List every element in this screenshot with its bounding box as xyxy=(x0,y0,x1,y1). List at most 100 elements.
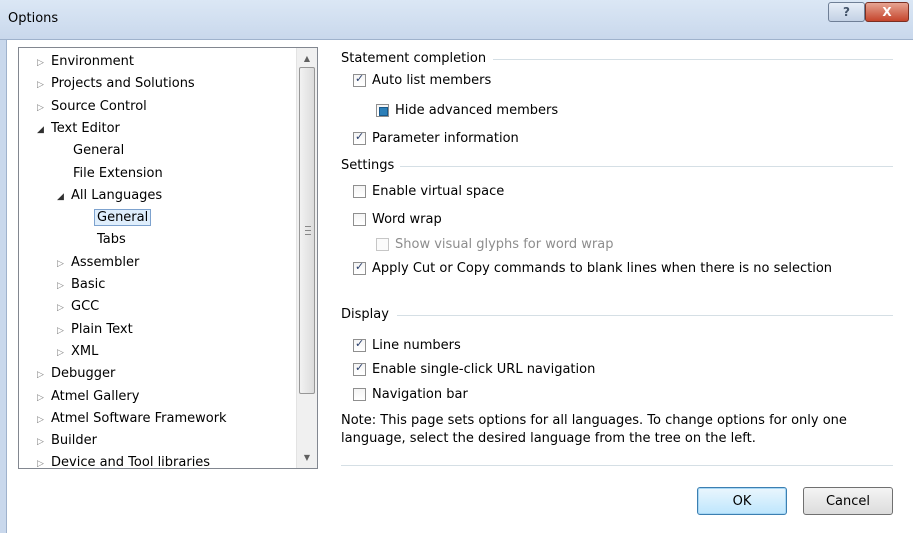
show-visual-glyphs-option: Show visual glyphs for word wrap xyxy=(376,237,613,252)
scroll-thumb[interactable] xyxy=(299,67,315,394)
auto-list-members-checkbox[interactable] xyxy=(353,72,366,87)
tree-item[interactable]: ▷ Builder xyxy=(37,432,97,450)
languages-note: Note: This page sets options for all lan… xyxy=(341,412,881,448)
close-icon: X xyxy=(882,5,892,19)
scroll-down-arrow-icon[interactable]: ▼ xyxy=(297,449,317,466)
show-visual-glyphs-label: Show visual glyphs for word wrap xyxy=(395,237,614,252)
tree-item-label: Tabs xyxy=(97,232,126,248)
tree-item[interactable]: ▷ GCC xyxy=(57,298,99,316)
tree-item[interactable]: ▷ Device and Tool libraries xyxy=(37,454,211,469)
expanded-arrow-icon[interactable]: ◢ xyxy=(57,188,71,206)
collapsed-arrow-icon[interactable]: ▷ xyxy=(57,322,71,340)
apply-cut-copy-checkbox[interactable] xyxy=(353,260,366,275)
tree-item-label: Debugger xyxy=(51,366,116,382)
word-wrap-option[interactable]: Word wrap xyxy=(353,212,442,227)
grip-icon xyxy=(305,226,311,235)
enable-virtual-space-checkbox[interactable] xyxy=(353,185,366,198)
tree-scrollbar[interactable]: ▲ ▼ xyxy=(296,48,317,468)
title-bar: Options ? X xyxy=(0,0,913,40)
tree-item-label: General xyxy=(94,209,152,227)
tree-item-label: Source Control xyxy=(51,98,147,114)
help-button[interactable]: ? xyxy=(828,2,865,22)
collapsed-arrow-icon[interactable]: ▷ xyxy=(37,54,51,72)
tree-item-label: File Extension xyxy=(73,165,163,181)
settings-header: Settings xyxy=(341,158,395,173)
group-divider xyxy=(400,166,893,167)
collapsed-arrow-icon[interactable]: ▷ xyxy=(37,99,51,117)
tree-item[interactable]: ▷ Projects and Solutions xyxy=(37,75,195,93)
line-numbers-label: Line numbers xyxy=(372,338,461,353)
help-icon: ? xyxy=(843,5,850,19)
group-divider xyxy=(397,315,893,316)
url-navigation-checkbox[interactable] xyxy=(353,361,366,376)
navigation-bar-option[interactable]: Navigation bar xyxy=(353,387,468,402)
collapsed-arrow-icon[interactable]: ▷ xyxy=(57,255,71,273)
tree-item-label: Environment xyxy=(51,54,135,69)
collapsed-arrow-icon[interactable]: ▷ xyxy=(37,411,51,429)
url-navigation-option[interactable]: Enable single-click URL navigation xyxy=(353,361,596,377)
parameter-information-label: Parameter information xyxy=(372,131,519,146)
auto-list-members-option[interactable]: Auto list members xyxy=(353,72,491,88)
tree-item[interactable]: General xyxy=(73,142,124,160)
navigation-bar-checkbox[interactable] xyxy=(353,388,366,401)
window-title: Options xyxy=(8,11,59,26)
apply-cut-copy-label: Apply Cut or Copy commands to blank line… xyxy=(372,261,833,276)
hide-advanced-members-checkbox[interactable] xyxy=(376,104,389,117)
line-numbers-option[interactable]: Line numbers xyxy=(353,337,461,353)
cancel-button[interactable]: Cancel xyxy=(803,487,893,515)
collapsed-arrow-icon[interactable]: ▷ xyxy=(37,455,51,468)
options-tree[interactable]: ▷ Environment ▷ Projects and Solutions ▷ Sour… xyxy=(18,47,318,469)
note-line: Note: This page sets options for all lan… xyxy=(341,413,847,428)
group-divider xyxy=(493,59,893,60)
enable-virtual-space-option[interactable]: Enable virtual space xyxy=(353,184,504,199)
expanded-arrow-icon[interactable]: ◢ xyxy=(37,121,51,139)
tree-item[interactable]: ▷ Assembler xyxy=(57,254,139,272)
tree-item[interactable]: ▷ Atmel Software Framework xyxy=(37,410,227,428)
collapsed-arrow-icon[interactable]: ▷ xyxy=(37,76,51,94)
parameter-information-option[interactable]: Parameter information xyxy=(353,130,519,146)
tree-item[interactable]: File Extension xyxy=(73,165,163,183)
line-numbers-checkbox[interactable] xyxy=(353,337,366,352)
tree-item[interactable]: ▷ Plain Text xyxy=(57,321,133,339)
collapsed-arrow-icon[interactable]: ▷ xyxy=(57,277,71,295)
window-frame-left xyxy=(0,40,7,533)
hide-advanced-members-option[interactable]: Hide advanced members xyxy=(376,103,558,118)
word-wrap-checkbox[interactable] xyxy=(353,213,366,226)
tree-item-label: All Languages xyxy=(71,187,163,203)
tree-item[interactable]: ▷ Atmel Gallery xyxy=(37,388,139,406)
tree-item-label: Basic xyxy=(71,277,106,292)
collapsed-arrow-icon[interactable]: ▷ xyxy=(57,344,71,362)
bottom-divider xyxy=(341,465,893,466)
tree-item[interactable]: ◢ Text Editor xyxy=(37,120,120,138)
tree-item[interactable]: Tabs xyxy=(97,231,126,249)
apply-cut-copy-option[interactable]: Apply Cut or Copy commands to blank line… xyxy=(353,260,833,276)
tree-item-label: Text Editor xyxy=(51,120,120,136)
tree-item-label: Assembler xyxy=(71,254,140,270)
show-visual-glyphs-checkbox xyxy=(376,238,389,251)
tree-item[interactable]: ◢ All Languages xyxy=(57,187,162,205)
tree-item[interactable]: ▷ Source Control xyxy=(37,98,147,116)
ok-button[interactable]: OK xyxy=(697,487,787,515)
statement-completion-header: Statement completion xyxy=(341,51,487,66)
tree-item-label: Atmel Gallery xyxy=(51,388,140,404)
tree-item-label: XML xyxy=(71,343,99,359)
collapsed-arrow-icon[interactable]: ▷ xyxy=(37,433,51,451)
tree-item-label: Projects and Solutions xyxy=(51,76,195,92)
tree-item[interactable]: ▷ Environment xyxy=(37,53,134,71)
tree-item[interactable]: ▷ Debugger xyxy=(37,365,115,383)
tree-item[interactable]: ▷ Basic xyxy=(57,276,105,294)
tree-item-label: Device and Tool libraries xyxy=(51,455,211,469)
word-wrap-label: Word wrap xyxy=(372,212,442,227)
close-button[interactable]: X xyxy=(865,2,909,22)
collapsed-arrow-icon[interactable]: ▷ xyxy=(57,299,71,317)
collapsed-arrow-icon[interactable]: ▷ xyxy=(37,366,51,384)
tree-item[interactable]: General xyxy=(94,209,152,227)
navigation-bar-label: Navigation bar xyxy=(372,387,468,402)
tree-item[interactable]: ▷ XML xyxy=(57,343,98,361)
url-navigation-label: Enable single-click URL navigation xyxy=(372,362,596,377)
collapsed-arrow-icon[interactable]: ▷ xyxy=(37,389,51,407)
scroll-up-arrow-icon[interactable]: ▲ xyxy=(297,50,317,67)
parameter-information-checkbox[interactable] xyxy=(353,130,366,145)
display-header: Display xyxy=(341,307,389,322)
tree-item-label: Plain Text xyxy=(71,321,133,337)
